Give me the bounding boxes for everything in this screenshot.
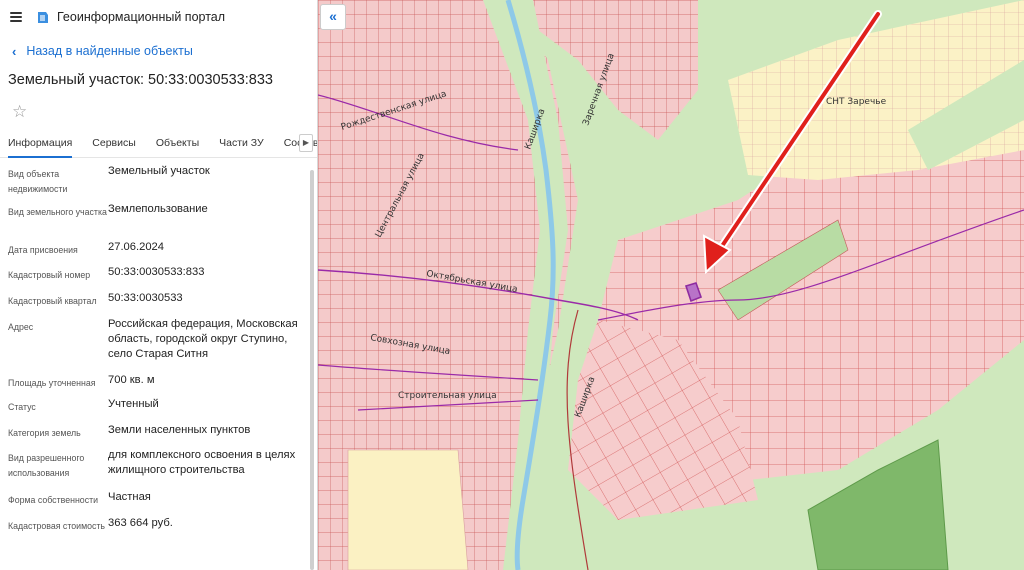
info-label: Вид объекта недвижимости bbox=[8, 169, 68, 194]
info-value: Землепользование bbox=[108, 203, 208, 215]
info-row-land-type: Вид земельного участка Землепользование bbox=[0, 202, 317, 240]
info-label: Площадь уточненная bbox=[8, 378, 96, 388]
portal-title: Геоинформационный портал bbox=[57, 10, 226, 24]
info-label: Вид земельного участка bbox=[8, 207, 107, 217]
top-bar: Геоинформационный портал bbox=[0, 0, 317, 34]
portal-logo-icon bbox=[38, 11, 48, 23]
info-row-area: Площадь уточненная 700 кв. м bbox=[0, 373, 317, 397]
info-value: 363 664 руб. bbox=[108, 517, 173, 529]
panel-scrollbar[interactable] bbox=[310, 170, 314, 570]
public-area bbox=[347, 449, 469, 570]
info-row-date: Дата присвоения 27.06.2024 bbox=[0, 240, 317, 265]
info-row-status: Статус Учтенный bbox=[0, 397, 317, 423]
map-canvas[interactable]: СНТ Заречье Рождественская улица Октябрь… bbox=[318, 0, 1024, 570]
tab-parts[interactable]: Части ЗУ bbox=[219, 128, 264, 158]
tab-bar: Информация Сервисы Объекты Части ЗУ Сост… bbox=[0, 128, 317, 158]
cadastral-map[interactable]: СНТ Заречье Рождественская улица Октябрь… bbox=[318, 0, 1024, 570]
back-link-label: Назад в найденные объекты bbox=[26, 44, 193, 58]
info-row-ownership: Форма собственности Частная bbox=[0, 490, 317, 516]
tabs-next-icon[interactable]: ▶ bbox=[299, 134, 313, 152]
star-icon[interactable]: ☆ bbox=[0, 98, 317, 128]
info-value: Земельный участок bbox=[108, 165, 210, 177]
info-value: Земли населенных пунктов bbox=[108, 424, 251, 436]
tab-objects[interactable]: Объекты bbox=[156, 128, 199, 158]
menu-icon[interactable] bbox=[10, 12, 22, 22]
info-row-cadastral-number: Кадастровый номер 50:33:0030533:833 bbox=[0, 265, 317, 291]
info-value: 700 кв. м bbox=[108, 374, 155, 386]
info-row-cadastral-value: Кадастровая стоимость 363 664 руб. bbox=[0, 516, 317, 552]
info-row-land-category: Категория земель Земли населенных пункто… bbox=[0, 423, 317, 448]
info-label: Статус bbox=[8, 402, 36, 412]
info-value: 50:33:0030533 bbox=[108, 292, 183, 304]
info-row-object-type: Вид объекта недвижимости Земельный участ… bbox=[0, 164, 317, 202]
info-value: Российская федерация, Московская область… bbox=[108, 318, 298, 360]
info-row-cadastral-quarter: Кадастровый квартал 50:33:0030533 bbox=[0, 291, 317, 317]
tab-services[interactable]: Сервисы bbox=[92, 128, 136, 158]
info-value: 50:33:0030533:833 bbox=[108, 266, 205, 278]
object-title: Земельный участок: 50:33:0030533:833 bbox=[8, 72, 273, 88]
info-value: Частная bbox=[108, 491, 151, 503]
info-label: Кадастровый номер bbox=[8, 270, 91, 280]
back-link[interactable]: ‹ Назад в найденные объекты bbox=[0, 34, 317, 68]
info-label: Категория земель bbox=[8, 428, 81, 438]
info-row-address: Адрес Российская федерация, Московская о… bbox=[0, 317, 317, 373]
chevron-left-icon: ‹ bbox=[12, 43, 17, 59]
info-label: Адрес bbox=[8, 322, 34, 332]
info-value: для комплексного освоения в целях жилищн… bbox=[108, 449, 296, 476]
info-row-permitted-use: Вид разрешенного использования для компл… bbox=[0, 448, 317, 490]
info-label: Вид разрешенного использования bbox=[8, 453, 85, 478]
tab-info[interactable]: Информация bbox=[8, 128, 73, 158]
info-label: Кадастровая стоимость bbox=[8, 521, 106, 531]
collapse-panel-button[interactable]: « bbox=[320, 4, 346, 30]
info-label: Форма собственности bbox=[8, 495, 99, 505]
info-list: Вид объекта недвижимости Земельный участ… bbox=[0, 158, 317, 552]
info-value: Учтенный bbox=[108, 398, 159, 410]
info-value: 27.06.2024 bbox=[108, 241, 164, 253]
info-label: Дата присвоения bbox=[8, 245, 78, 255]
label-snt: СНТ Заречье bbox=[826, 97, 887, 107]
label-stroitelnaya: Строительная улица bbox=[398, 391, 497, 401]
info-panel: Геоинформационный портал ‹ Назад в найде… bbox=[0, 0, 318, 570]
info-label: Кадастровый квартал bbox=[8, 296, 97, 306]
